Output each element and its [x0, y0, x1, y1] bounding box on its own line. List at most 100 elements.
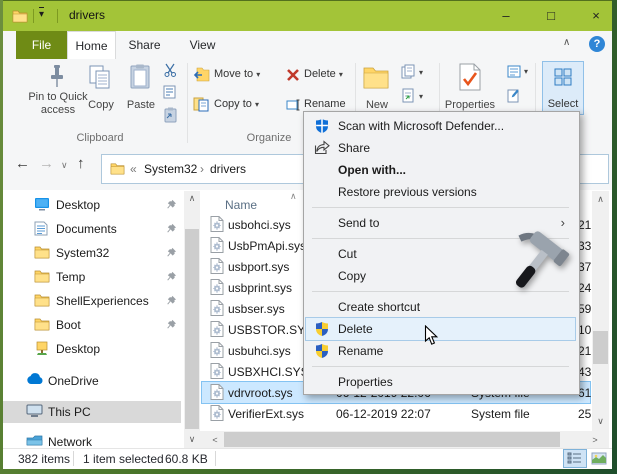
new-item-dropdown-icon[interactable]: ▾: [419, 68, 423, 77]
file-row[interactable]: VerifierExt.sys06-12-2019 22:07System fi…: [202, 403, 590, 424]
up-icon[interactable]: ↑: [77, 155, 85, 172]
sidebar-item-desktop[interactable]: Desktop: [3, 338, 181, 360]
back-icon[interactable]: ←: [15, 155, 30, 172]
history-dropdown-icon[interactable]: ∨: [61, 160, 68, 171]
new-item-icon[interactable]: [401, 64, 416, 79]
new-folder-icon: [362, 65, 390, 89]
copy-path-icon[interactable]: [163, 85, 178, 99]
sidebar-item-system32[interactable]: System32: [3, 242, 181, 264]
breadcrumb-overflow[interactable]: «: [130, 162, 137, 176]
open-icon[interactable]: [507, 65, 522, 78]
scroll-down-icon[interactable]: ∨: [592, 416, 609, 427]
sort-ascending-icon: ∧: [290, 191, 297, 202]
cut-icon[interactable]: [163, 63, 178, 77]
pin-icon: [166, 319, 177, 333]
maximize-button[interactable]: □: [534, 1, 568, 31]
breadcrumb-segment[interactable]: drivers: [210, 162, 246, 176]
select-label: Select: [543, 98, 583, 110]
sidebar-scrollbar-thumb[interactable]: [185, 229, 199, 429]
move-to-button[interactable]: Move to ▾: [214, 68, 260, 80]
desktop_folder-icon: [34, 341, 50, 357]
help-icon[interactable]: ?: [589, 36, 605, 52]
horizontal-scrollbar-thumb[interactable]: [224, 432, 560, 447]
menu-item-open-with[interactable]: Open with...: [306, 159, 575, 181]
sidebar-item-boot[interactable]: Boot: [3, 314, 181, 336]
share-icon: [314, 140, 331, 158]
paste-shortcut-icon[interactable]: [163, 107, 178, 123]
menu-item-label: Send to: [338, 216, 379, 230]
menu-item-scan-with-microsoft-defender[interactable]: Scan with Microsoft Defender...: [306, 115, 575, 137]
sidebar-item-documents[interactable]: Documents: [3, 218, 181, 240]
edit-icon[interactable]: [507, 88, 522, 103]
sidebar-item-this-pc[interactable]: This PC: [3, 401, 181, 423]
sidebar-scrollbar[interactable]: ∧ ∨: [184, 191, 200, 448]
paste-button[interactable]: Paste: [121, 99, 161, 111]
minimize-button[interactable]: –: [489, 1, 523, 31]
scroll-down-icon[interactable]: ∨: [184, 434, 200, 445]
open-dropdown-icon[interactable]: ▾: [524, 67, 528, 76]
easy-access-icon[interactable]: [401, 88, 416, 103]
collapse-ribbon-icon[interactable]: ∧: [563, 37, 570, 48]
menu-item-label: Open with...: [338, 163, 406, 177]
details-view-button[interactable]: [564, 450, 586, 467]
menu-item-delete[interactable]: Delete: [306, 318, 575, 340]
rename-button[interactable]: Rename: [304, 98, 346, 110]
scroll-up-icon[interactable]: ∧: [184, 193, 200, 204]
sidebar-item-label: Documents: [56, 222, 117, 236]
filelist-scrollbar[interactable]: ∧ ∨: [592, 191, 609, 431]
scroll-left-icon[interactable]: <: [210, 435, 220, 445]
sidebar-item-temp[interactable]: Temp: [3, 266, 181, 288]
tab-file[interactable]: File: [16, 31, 67, 59]
delete-button[interactable]: Delete ▾: [304, 68, 343, 80]
documents-icon: [34, 221, 50, 237]
file-name: usbohci.sys: [228, 218, 291, 232]
file-name: USBSTOR.SYS: [228, 323, 313, 337]
rename-icon: [286, 99, 301, 111]
tab-home[interactable]: Home: [67, 31, 116, 60]
new-button[interactable]: New: [357, 99, 397, 111]
menu-item-label: Delete: [338, 322, 373, 336]
select-button[interactable]: Select: [542, 61, 584, 115]
sidebar-item-shellexperiences[interactable]: ShellExperiences: [3, 290, 181, 312]
sidebar-item-label: ShellExperiences: [56, 294, 149, 308]
close-button[interactable]: ×: [579, 1, 613, 31]
horizontal-scrollbar[interactable]: < >: [200, 431, 609, 448]
tab-share[interactable]: Share: [114, 31, 175, 59]
copy-to-button[interactable]: Copy to ▾: [214, 98, 259, 110]
move-to-icon: [193, 67, 210, 82]
pin-icon: [166, 247, 177, 261]
title-bar[interactable]: ▾ drivers – □ ×: [3, 1, 612, 31]
column-header-name[interactable]: Name: [225, 198, 257, 212]
dropdown-icon: ▾: [255, 100, 259, 109]
sidebar-item-desktop[interactable]: Desktop: [3, 194, 181, 216]
delete-icon: [286, 68, 300, 82]
menu-item-properties[interactable]: Properties: [306, 371, 575, 393]
menu-item-restore-previous-versions[interactable]: Restore previous versions: [306, 181, 575, 203]
quick-access-toolbar-dropdown-icon[interactable]: ▾: [39, 7, 44, 22]
easy-access-dropdown-icon[interactable]: ▾: [419, 92, 423, 101]
group-separator: [187, 63, 188, 143]
scroll-right-icon[interactable]: >: [590, 435, 600, 445]
scroll-up-icon[interactable]: ∧: [592, 194, 609, 205]
menu-item-rename[interactable]: Rename: [306, 340, 575, 362]
thumbnail-view-button[interactable]: [588, 450, 610, 467]
pin-icon: [166, 223, 177, 237]
filelist-scrollbar-thumb[interactable]: [593, 331, 608, 364]
uac-shield-icon: [314, 343, 330, 362]
forward-icon[interactable]: →: [39, 155, 54, 172]
copy-button[interactable]: Copy: [81, 99, 121, 111]
breadcrumb-segment[interactable]: System32: [144, 162, 197, 176]
system-file-icon: [210, 321, 224, 340]
properties-icon: [458, 63, 482, 91]
file-name: usbser.sys: [228, 302, 285, 316]
status-divider: [215, 451, 216, 466]
defender-icon: [314, 118, 330, 137]
submenu-arrow-icon: ›: [561, 215, 565, 230]
file-name: usbport.sys: [228, 260, 289, 274]
tab-view[interactable]: View: [175, 31, 230, 59]
menu-item-share[interactable]: Share: [306, 137, 575, 159]
properties-button[interactable]: Properties: [441, 99, 499, 111]
mouse-cursor: [424, 325, 439, 346]
sidebar-item-onedrive[interactable]: OneDrive: [3, 370, 181, 392]
menu-item-label: Share: [338, 141, 370, 155]
